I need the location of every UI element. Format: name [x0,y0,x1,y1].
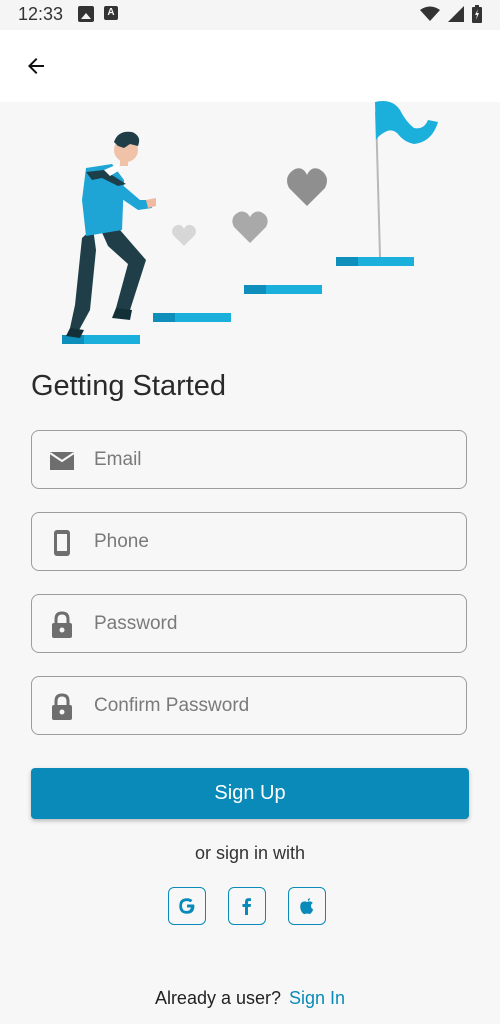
google-icon [179,898,195,914]
social-login-row [168,887,326,925]
password-field[interactable] [31,594,467,653]
heart-small-icon [172,224,196,246]
runner-figure [66,131,156,338]
wifi-icon [420,6,440,21]
sign-up-button[interactable]: Sign Up [31,768,469,819]
footer: Already a user? Sign In [0,988,500,1009]
heart-medium-icon [232,211,268,243]
or-sign-in-text: or sign in with [194,843,306,863]
sign-in-link[interactable]: Sign In [289,988,345,1008]
status-indicators [420,5,482,23]
email-input[interactable] [92,439,456,481]
already-user-text: Already a user? [154,988,282,1008]
status-notifications: A [78,6,118,22]
stairs-illustration [62,101,438,344]
lock-icon [52,693,72,720]
confirm-password-field[interactable] [31,676,467,735]
status-bar: 12:33 A [0,0,500,30]
password-input[interactable] [92,603,456,645]
google-sign-in-button[interactable] [168,887,206,925]
app-bar [0,30,500,102]
confirm-password-input[interactable] [92,685,456,727]
apple-icon [300,898,314,915]
phone-field[interactable] [31,512,467,571]
flag-icon [375,101,438,144]
facebook-sign-in-button[interactable] [228,887,266,925]
image-notification-icon [78,6,94,22]
back-button[interactable] [16,46,56,86]
email-field[interactable] [31,430,467,489]
signal-icon [448,6,464,22]
facebook-icon [242,898,251,915]
apple-sign-in-button[interactable] [288,887,326,925]
mail-icon [49,452,75,470]
lock-icon [52,611,72,638]
status-time: 12:33 [18,4,64,24]
phone-input[interactable] [92,521,456,563]
battery-icon [472,5,482,23]
page-title: Getting Started [31,370,227,402]
app-notification-icon: A [104,6,118,20]
arrow-left-icon [28,58,44,74]
phone-icon [54,530,70,556]
heart-large-icon [287,168,327,206]
